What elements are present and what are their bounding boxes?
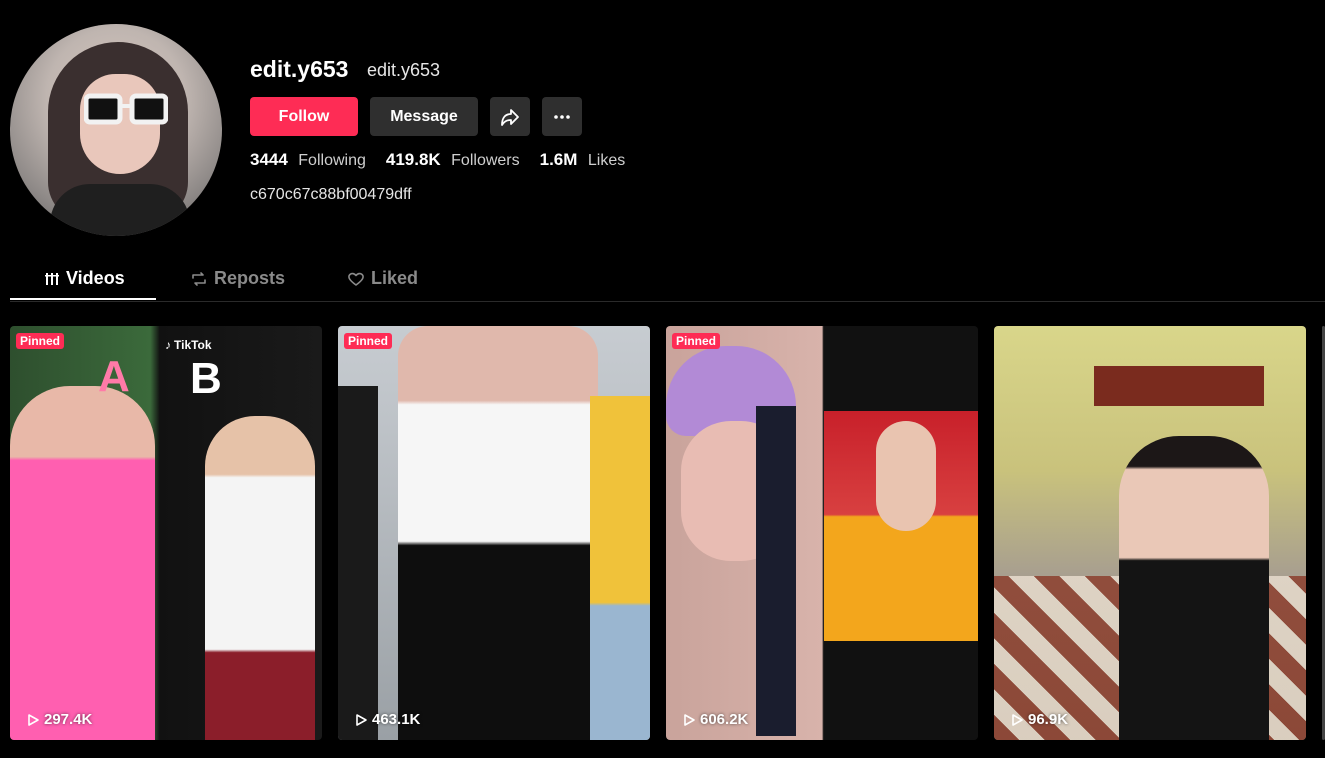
view-count: 96.9K (1010, 711, 1068, 728)
more-icon (554, 114, 570, 119)
profile-tabs: Videos Reposts Liked (10, 256, 1325, 302)
pinned-badge: Pinned (672, 333, 721, 349)
play-icon (356, 713, 367, 726)
profile-username: edit.y653 (250, 56, 349, 82)
view-count: 606.2K (682, 711, 748, 728)
likes-label: Likes (587, 152, 626, 169)
video-thumbnail[interactable]: 96.9K (994, 326, 1306, 740)
thumbnail-figure-right (205, 416, 315, 740)
stat-following[interactable]: 3444 Following (250, 150, 366, 170)
overlay-letter-b: B (190, 354, 222, 403)
video-thumbnail[interactable]: A B ♪ TikTok Pinned 297.4K (10, 326, 322, 740)
followers-label: Followers (451, 152, 520, 169)
thumbnail-hair-left (756, 406, 796, 736)
view-count: 463.1K (354, 711, 420, 728)
view-count-value: 463.1K (372, 711, 421, 728)
thumbnail-window (1094, 366, 1264, 406)
tab-reposts-label: Reposts (214, 268, 286, 288)
grid-icon (45, 272, 59, 285)
overlay-letter-a: A (98, 352, 130, 401)
profile-avatar[interactable] (10, 24, 222, 236)
thumbnail-figure (1119, 436, 1269, 740)
profile-nickname: edit.y653 (367, 60, 441, 80)
following-count: 3444 (250, 150, 288, 169)
tiktok-watermark: ♪ TikTok (165, 338, 212, 352)
tiktok-logo-icon: ♪ (165, 338, 171, 352)
avatar-shirt (50, 184, 190, 236)
stat-followers[interactable]: 419.8K Followers (386, 150, 520, 170)
view-count-value: 297.4K (44, 711, 93, 728)
share-button[interactable] (490, 97, 530, 136)
play-icon (28, 713, 39, 726)
more-options-button[interactable] (542, 97, 582, 136)
video-thumbnail[interactable]: Pinned 463.1K (338, 326, 650, 740)
active-tab-indicator (10, 298, 156, 300)
thumbnail-figure-left (10, 386, 155, 740)
tab-videos-label: Videos (66, 268, 125, 288)
view-count-value: 96.9K (1028, 711, 1069, 728)
heart-icon (348, 272, 364, 286)
share-icon (501, 108, 519, 126)
tab-reposts[interactable]: Reposts (190, 268, 285, 289)
play-icon (684, 713, 695, 726)
avatar-glasses (84, 93, 168, 125)
stat-likes: 1.6M Likes (540, 150, 626, 170)
profile-bio: c670c67c88bf00479dff (250, 186, 412, 203)
pinned-badge: Pinned (16, 333, 65, 349)
message-button[interactable]: Message (370, 97, 478, 136)
thumbnail-figure-right (590, 396, 650, 740)
thumbnail-figure-center (398, 326, 598, 740)
thumbnail-face-right (876, 421, 936, 531)
play-icon (1012, 713, 1023, 726)
view-count-value: 606.2K (700, 711, 749, 728)
video-thumbnail[interactable]: Pinned 606.2K (666, 326, 978, 740)
tiktok-watermark-label: TikTok (174, 338, 212, 352)
thumbnail-figure-left (338, 386, 378, 740)
tab-videos[interactable]: Videos (44, 268, 125, 289)
profile-stats: 3444 Following 419.8K Followers 1.6M Lik… (250, 150, 625, 170)
followers-count: 419.8K (385, 150, 441, 169)
view-count: 297.4K (26, 711, 92, 728)
likes-count: 1.6M (539, 150, 578, 169)
repost-icon (192, 271, 206, 286)
tab-liked[interactable]: Liked (347, 268, 418, 289)
follow-button[interactable]: Follow (250, 97, 358, 136)
following-label: Following (298, 152, 366, 169)
pinned-badge: Pinned (344, 333, 393, 349)
tab-liked-label: Liked (371, 268, 419, 288)
